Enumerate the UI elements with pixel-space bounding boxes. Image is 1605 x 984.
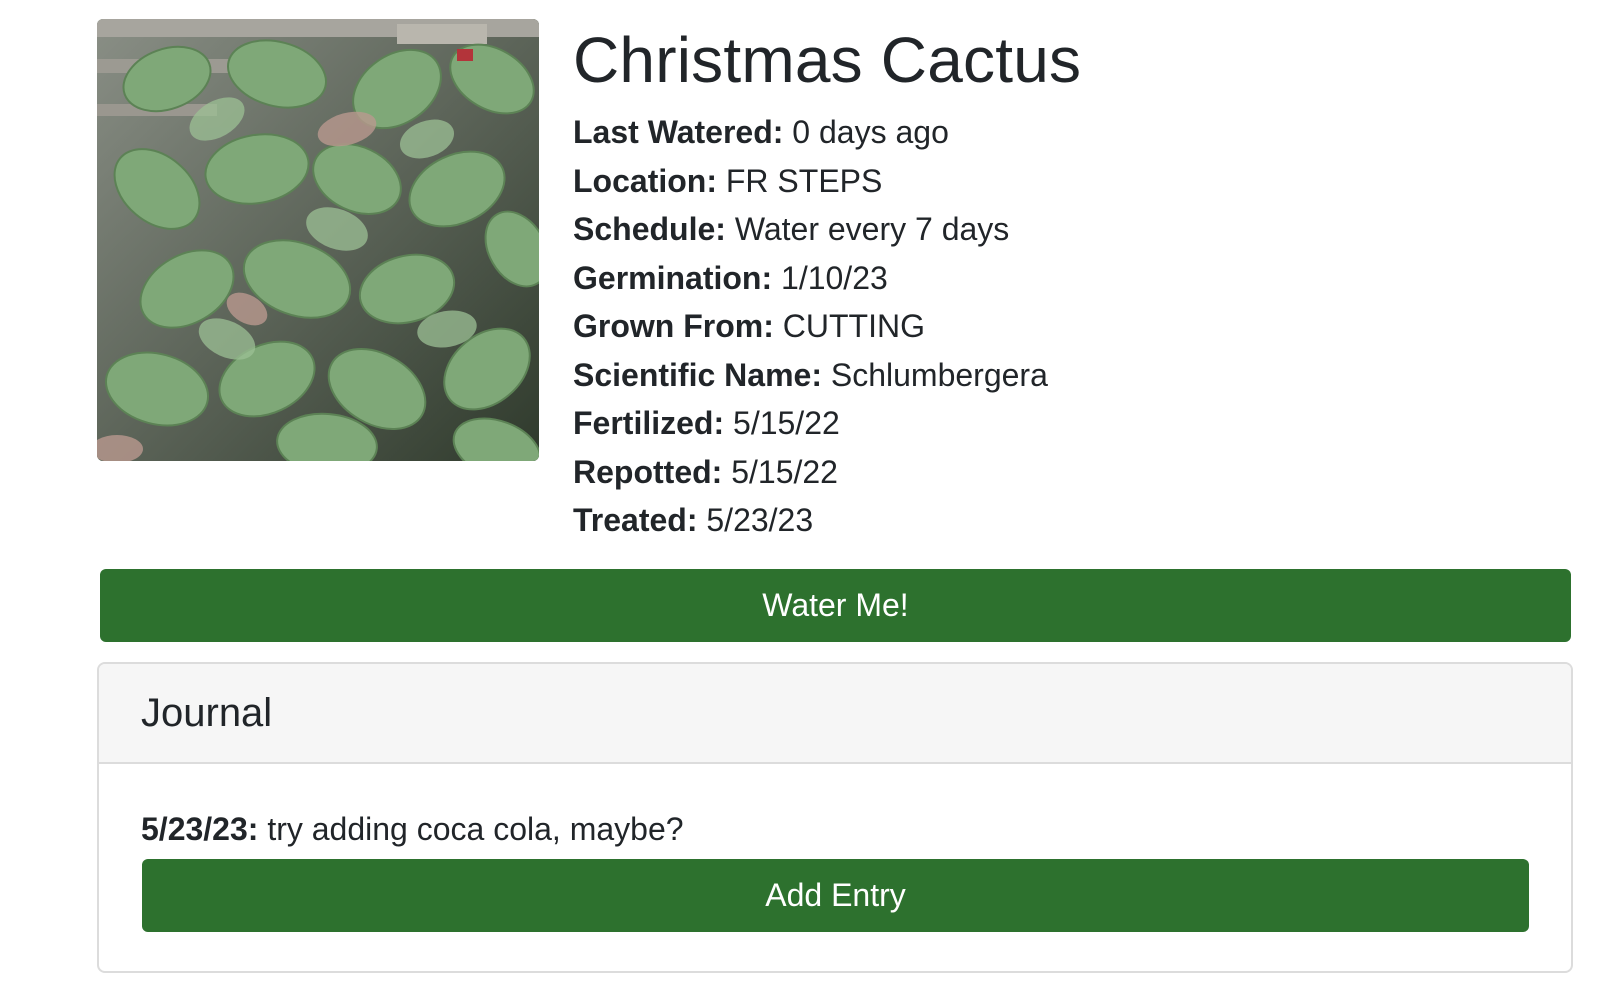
journal-entry: 5/23/23: try adding coca cola, maybe? <box>141 809 1529 849</box>
detail-value: Water every 7 days <box>734 211 1010 247</box>
journal-entry-text: try adding coca cola, maybe? <box>267 811 684 847</box>
detail-germination: Germination: 1/10/23 <box>573 254 1081 303</box>
add-entry-button[interactable]: Add Entry <box>142 859 1529 932</box>
journal-entry-date: 5/23/23: <box>141 811 259 847</box>
detail-label: Germination: <box>573 259 773 296</box>
plant-photo <box>97 19 539 461</box>
detail-label: Grown From: <box>573 308 774 344</box>
plant-details: Christmas Cactus Last Watered: 0 days ag… <box>573 24 1081 545</box>
detail-treated: Treated: 5/23/23 <box>573 496 1081 545</box>
detail-label: Last Watered: <box>573 114 784 150</box>
journal-title: Journal <box>141 690 273 735</box>
detail-value: 0 days ago <box>792 114 949 150</box>
detail-value: FR STEPS <box>725 162 883 199</box>
plant-name: Christmas Cactus <box>573 24 1082 96</box>
detail-value: Schlumbergera <box>830 356 1048 393</box>
detail-scientific-name: Scientific Name: Schlumbergera <box>573 351 1081 400</box>
journal-card: Journal 5/23/23: try adding coca cola, m… <box>97 662 1573 973</box>
detail-value: 5/15/22 <box>733 405 840 441</box>
plant-detail-page: Christmas Cactus Last Watered: 0 days ag… <box>0 0 1605 984</box>
water-me-button[interactable]: Water Me! <box>100 569 1571 642</box>
detail-schedule: Schedule: Water every 7 days <box>573 205 1081 254</box>
detail-last-watered: Last Watered: 0 days ago <box>573 108 1081 157</box>
detail-label: Location: <box>573 162 717 199</box>
detail-label: Fertilized: <box>573 405 725 441</box>
detail-label: Schedule: <box>573 211 726 247</box>
journal-body: 5/23/23: try adding coca cola, maybe? Ad… <box>99 809 1571 932</box>
detail-grown-from: Grown From: CUTTING <box>573 302 1081 351</box>
journal-header: Journal <box>99 664 1571 764</box>
detail-location: Location: FR STEPS <box>573 157 1081 206</box>
detail-label: Scientific Name: <box>573 356 822 393</box>
cactus-image-icon <box>97 19 539 461</box>
detail-repotted: Repotted: 5/15/22 <box>573 448 1081 497</box>
detail-fertilized: Fertilized: 5/15/22 <box>573 399 1081 448</box>
detail-label: Repotted: <box>573 453 723 490</box>
detail-value: CUTTING <box>782 308 925 344</box>
detail-value: 5/23/23 <box>706 502 814 538</box>
detail-label: Treated: <box>573 502 698 538</box>
detail-value: 1/10/23 <box>781 259 888 296</box>
detail-value: 5/15/22 <box>731 453 838 490</box>
